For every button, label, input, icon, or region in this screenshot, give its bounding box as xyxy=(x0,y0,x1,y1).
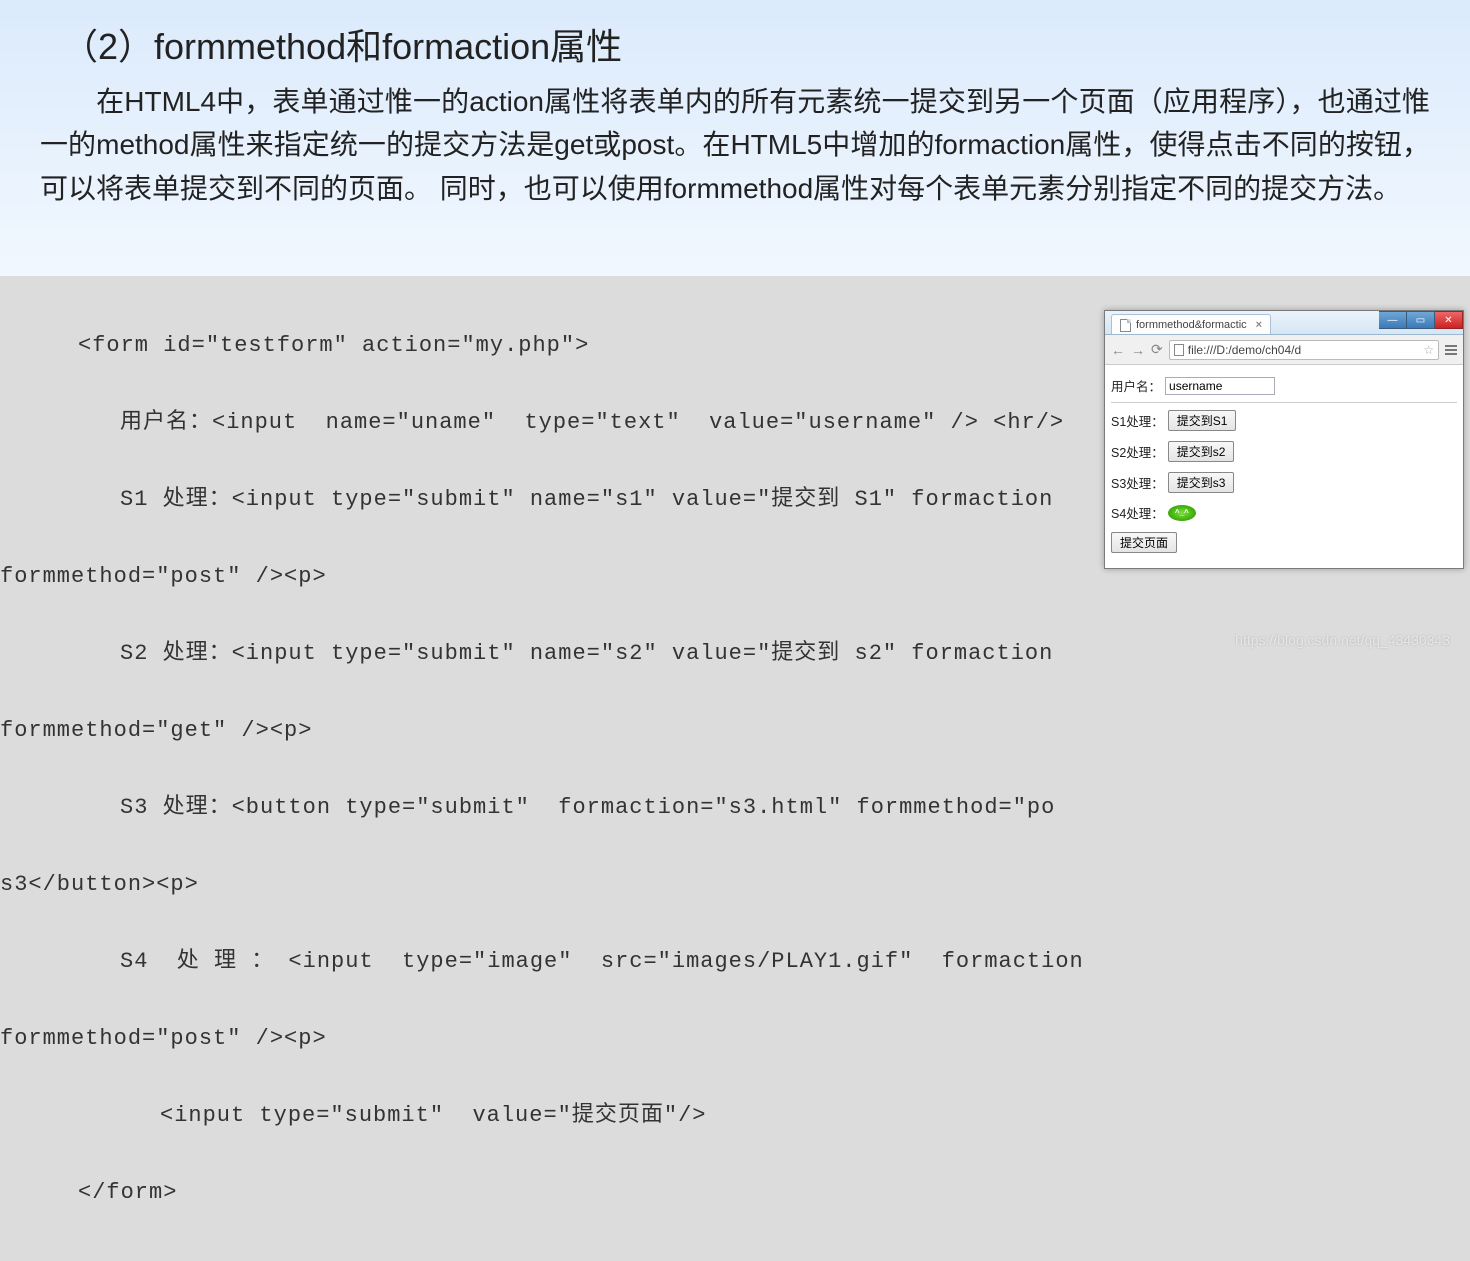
label-s1: S1处理： xyxy=(1111,411,1164,430)
browser-address-bar: ← → ⟳ file:///D:/demo/ch04/d ☆ xyxy=(1105,335,1463,365)
close-tab-icon[interactable]: × xyxy=(1256,319,1262,331)
browser-tab[interactable]: formmethod&formactic × xyxy=(1111,314,1271,334)
minimize-button[interactable]: — xyxy=(1379,311,1407,329)
document-icon xyxy=(1174,344,1184,356)
code-line: formmethod="post" /><p> xyxy=(0,1020,1470,1059)
code-line: S4 处 理 ： <input type="image" src="images… xyxy=(0,943,1470,982)
username-input[interactable] xyxy=(1165,377,1275,395)
tab-title: formmethod&formactic xyxy=(1136,319,1247,331)
code-line: <input type="submit" value="提交页面"/> xyxy=(0,1097,1470,1136)
code-line: S3 处理：<button type="submit" formaction="… xyxy=(0,789,1470,828)
submit-s2-button[interactable]: 提交到s2 xyxy=(1168,441,1235,462)
label-s3: S3处理： xyxy=(1111,473,1164,492)
page-icon xyxy=(1120,319,1131,332)
submit-page-button[interactable]: 提交页面 xyxy=(1111,532,1177,553)
code-line: s3</button><p> xyxy=(0,866,1470,905)
close-window-button[interactable]: ✕ xyxy=(1435,311,1463,329)
maximize-button[interactable]: ▭ xyxy=(1407,311,1435,329)
browser-preview-window: formmethod&formactic × — ▭ ✕ ← → ⟳ file:… xyxy=(1104,310,1464,569)
watermark: https://blog.csdn.net/qq_43430343 xyxy=(1235,632,1450,648)
divider xyxy=(1111,402,1457,403)
browser-titlebar: formmethod&formactic × — ▭ ✕ xyxy=(1105,311,1463,335)
label-username: 用户名： xyxy=(1111,376,1161,395)
back-icon[interactable]: ← xyxy=(1111,342,1125,358)
paragraph-text: 在HTML4中，表单通过惟一的action属性将表单内的所有元素统一提交到另一个… xyxy=(40,86,1430,204)
submit-s1-button[interactable]: 提交到S1 xyxy=(1168,410,1237,431)
url-text: file:///D:/demo/ch04/d xyxy=(1188,343,1301,357)
play-image-button[interactable]: ^_^ xyxy=(1168,505,1196,521)
menu-icon[interactable] xyxy=(1445,345,1457,355)
code-line: formmethod="get" /><p> xyxy=(0,712,1470,751)
bookmark-star-icon[interactable]: ☆ xyxy=(1423,343,1434,357)
section-heading: （2）formmethod和formaction属性 xyxy=(0,0,1470,70)
forward-icon[interactable]: → xyxy=(1131,342,1145,358)
code-line: </form> xyxy=(0,1174,1470,1213)
url-input[interactable]: file:///D:/demo/ch04/d ☆ xyxy=(1169,340,1439,360)
label-s4: S4处理： xyxy=(1111,503,1164,522)
submit-s3-button[interactable]: 提交到s3 xyxy=(1168,472,1235,493)
reload-icon[interactable]: ⟳ xyxy=(1151,341,1163,358)
rendered-page: 用户名： S1处理： 提交到S1 S2处理： 提交到s2 S3处理： 提交到s3… xyxy=(1105,365,1463,568)
label-s2: S2处理： xyxy=(1111,442,1164,461)
body-paragraph: 在HTML4中，表单通过惟一的action属性将表单内的所有元素统一提交到另一个… xyxy=(0,70,1470,210)
